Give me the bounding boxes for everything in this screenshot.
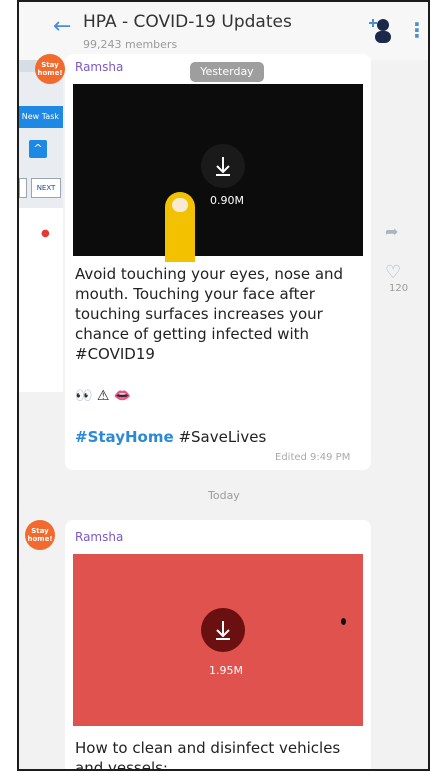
message-card[interactable]: Ramsha 0.90M Avoid touching your eyes, n… bbox=[65, 54, 371, 470]
phone-frame: New Task ^ NEXT ● ← HPA - COVID-19 Updat… bbox=[17, 0, 430, 771]
date-pill-yesterday: Yesterday bbox=[190, 62, 264, 82]
video-thumbnail[interactable]: 1.95M bbox=[73, 554, 363, 726]
download-icon[interactable] bbox=[201, 608, 245, 652]
date-divider-today: Today bbox=[208, 489, 240, 502]
message-text: How to clean and disinfect vehicles and … bbox=[75, 739, 341, 771]
emoji-line: 👀 ⚠ 👄 bbox=[75, 388, 132, 404]
hashtag-text: #SaveLives bbox=[178, 428, 267, 446]
download-icon[interactable] bbox=[201, 144, 245, 188]
member-count: 99,243 members bbox=[83, 38, 178, 51]
message-card[interactable]: Ramsha 1.95M How to clean and disinfect … bbox=[65, 520, 371, 771]
media-size: 1.95M bbox=[209, 664, 243, 677]
heart-icon[interactable]: ♡ bbox=[385, 262, 401, 283]
sender-name[interactable]: Ramsha bbox=[75, 60, 123, 74]
background-app-panel: ● bbox=[19, 208, 63, 392]
chat-header: ← HPA - COVID-19 Updates 99,243 members … bbox=[19, 2, 428, 60]
pagination: NEXT bbox=[19, 178, 63, 198]
decoration-dot bbox=[341, 618, 346, 625]
message-text: Avoid touching your eyes, nose and mouth… bbox=[75, 265, 344, 363]
chevron-up-icon[interactable]: ^ bbox=[29, 140, 47, 158]
share-icon[interactable]: ➦ bbox=[385, 222, 398, 241]
channel-title: HPA - COVID-19 Updates bbox=[83, 12, 292, 32]
hashtag-link[interactable]: #StayHome bbox=[75, 428, 174, 446]
stay-home-badge: Stay home! bbox=[35, 54, 65, 84]
media-size: 0.90M bbox=[210, 194, 244, 207]
arrow-left-icon[interactable]: ← bbox=[53, 14, 71, 39]
bell-icon: ● bbox=[41, 228, 50, 239]
like-count: 120 bbox=[389, 283, 409, 294]
edited-timestamp: Edited 9:49 PM bbox=[275, 452, 351, 463]
video-thumbnail[interactable]: 0.90M bbox=[73, 84, 363, 262]
stay-home-badge: Stay home! bbox=[25, 520, 55, 550]
kebab-menu-icon[interactable]: ⋮ bbox=[407, 18, 427, 42]
hashtags: #StayHome #SaveLives bbox=[75, 428, 266, 446]
fingernail-illustration bbox=[172, 198, 188, 212]
sender-name[interactable]: Ramsha bbox=[75, 530, 123, 544]
new-task-button[interactable]: New Task bbox=[19, 106, 63, 128]
next-button[interactable]: NEXT bbox=[31, 178, 61, 198]
prev-button[interactable] bbox=[19, 178, 27, 198]
add-member-icon[interactable] bbox=[369, 16, 395, 44]
